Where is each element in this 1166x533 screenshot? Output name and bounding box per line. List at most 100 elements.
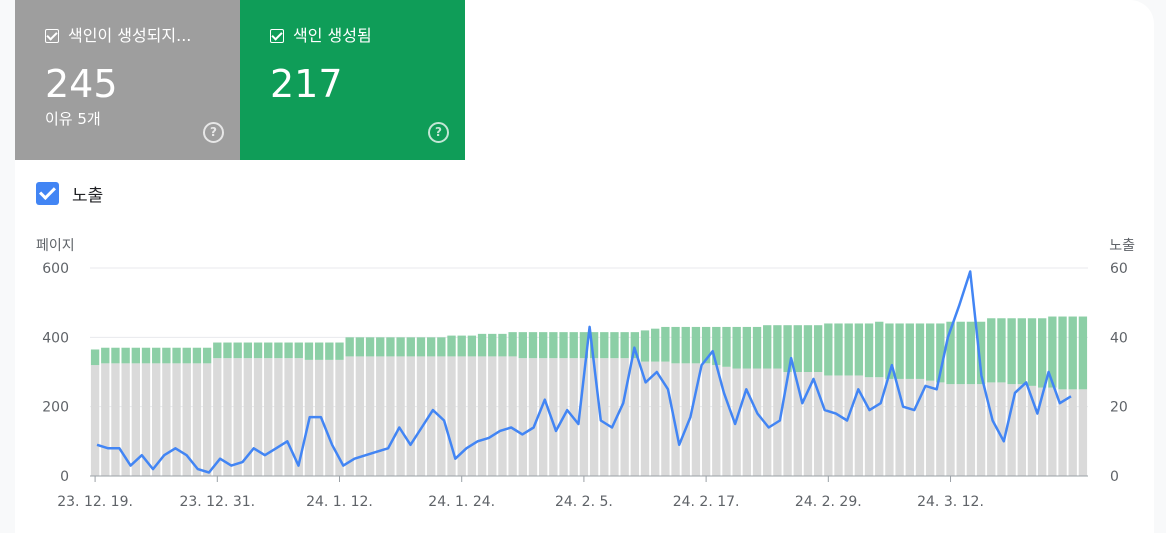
right-axis-tick-label: 40 (1110, 330, 1128, 346)
not-indexed-bar (803, 372, 813, 476)
not-indexed-bar (722, 366, 731, 476)
indexed-bar (569, 332, 578, 359)
not-indexed-bar (834, 375, 843, 476)
indexed-bar (763, 325, 772, 369)
not-indexed-bar (1017, 384, 1026, 476)
indexed-bar (895, 323, 904, 379)
indexed-bar (600, 332, 609, 359)
indexed-bar (121, 347, 130, 364)
indexed-bar (773, 325, 782, 369)
not-indexed-bar (671, 363, 680, 476)
indexed-bar (325, 342, 334, 360)
indexed-bar (131, 347, 141, 364)
indexed-bar (416, 337, 426, 357)
left-axis-tick-label: 200 (42, 400, 69, 416)
indexed-bar (671, 326, 680, 364)
indexed-bar (182, 347, 191, 364)
not-indexed-bar (936, 382, 945, 476)
not-indexed-bar (925, 380, 935, 476)
indexed-bar (477, 333, 487, 357)
indexed-bar (376, 337, 385, 357)
not-indexed-bar (701, 363, 711, 476)
indexed-bar (966, 321, 976, 385)
not-indexed-bar (376, 356, 385, 476)
indexed-bar (987, 318, 996, 383)
indexed-bar (457, 335, 466, 357)
not-indexed-bar (966, 384, 976, 476)
indexed-bar (681, 326, 690, 364)
indexed-bar (101, 347, 110, 364)
indexed-bar (335, 342, 344, 360)
indexed-bar (661, 326, 670, 362)
not-indexed-bar (396, 356, 405, 476)
indexed-bar (722, 326, 731, 367)
not-indexed-bar (284, 358, 293, 476)
not-indexed-bar (946, 384, 955, 476)
not-indexed-bar (406, 356, 415, 476)
indexed-bar (253, 342, 263, 359)
indexed-bar (691, 326, 701, 364)
indexed-bar (732, 326, 741, 369)
not-indexed-bar (1037, 387, 1047, 476)
indexed-bar (274, 342, 283, 359)
indexed-bar (426, 337, 436, 357)
indexed-bar (1068, 316, 1077, 390)
not-indexed-bar (111, 363, 120, 476)
indexed-bar (355, 337, 365, 357)
indexed-bar (915, 323, 925, 379)
indexed-bar (742, 326, 752, 369)
indexed-bar (386, 337, 395, 357)
not-indexed-bar (152, 363, 161, 476)
right-axis-tick-label: 0 (1110, 469, 1119, 485)
not-indexed-bar (488, 356, 497, 476)
indexed-bar (437, 337, 446, 357)
indexed-bar (528, 332, 538, 359)
not-indexed-bar (518, 358, 527, 476)
not-indexed-bar (589, 358, 599, 476)
not-indexed-bar (976, 384, 986, 476)
x-tick-label: 24. 2. 29. (795, 494, 862, 510)
indexed-bar (467, 335, 477, 357)
not-indexed-bar (885, 378, 894, 476)
not-indexed-bar (742, 368, 752, 476)
indexed-bar (90, 349, 100, 366)
not-indexed-bar (712, 365, 721, 476)
indexed-bar (834, 323, 843, 376)
not-indexed-bar (223, 358, 232, 476)
indexing-chart: 0 200 400 600 0 20 40 60 페이지 노출 23. 12. 19. 23. 12.… (36, 238, 1135, 510)
indexed-bar (854, 323, 864, 376)
indexed-bar (111, 347, 120, 364)
not-indexed-bar (844, 375, 853, 476)
indexed-bar (294, 342, 303, 359)
indexed-bar (284, 342, 293, 359)
not-indexed-bar (498, 356, 507, 476)
not-indexed-bar (1068, 389, 1077, 476)
indexed-bar (813, 325, 823, 372)
indexed-bar (712, 326, 721, 366)
not-indexed-bar (202, 363, 212, 476)
indexed-bar (620, 332, 629, 359)
indexed-bar (1017, 318, 1026, 385)
indexed-bar (518, 332, 527, 359)
indexed-bar (447, 335, 456, 357)
not-indexed-bar (172, 363, 181, 476)
left-axis-tick-label: 0 (60, 469, 69, 485)
indexed-bar (844, 323, 853, 376)
indexed-bar (610, 332, 619, 359)
indexed-bar (498, 333, 507, 357)
not-indexed-bar (264, 358, 273, 476)
not-indexed-bar (752, 368, 762, 476)
indexed-bar (152, 347, 161, 364)
indexed-bar (264, 342, 273, 359)
left-axis-label: 페이지 (36, 238, 75, 254)
not-indexed-bar (824, 375, 833, 476)
indexed-bar (538, 332, 548, 359)
not-indexed-bar (386, 356, 395, 476)
x-tick-label: 23. 12. 19. (57, 494, 133, 510)
not-indexed-bar (1078, 389, 1088, 476)
not-indexed-bar (905, 378, 914, 476)
indexed-bar (905, 323, 914, 379)
x-tick-label: 24. 1. 24. (428, 494, 495, 510)
left-axis-tick-label: 600 (42, 261, 69, 277)
indexed-bar (1037, 318, 1047, 388)
